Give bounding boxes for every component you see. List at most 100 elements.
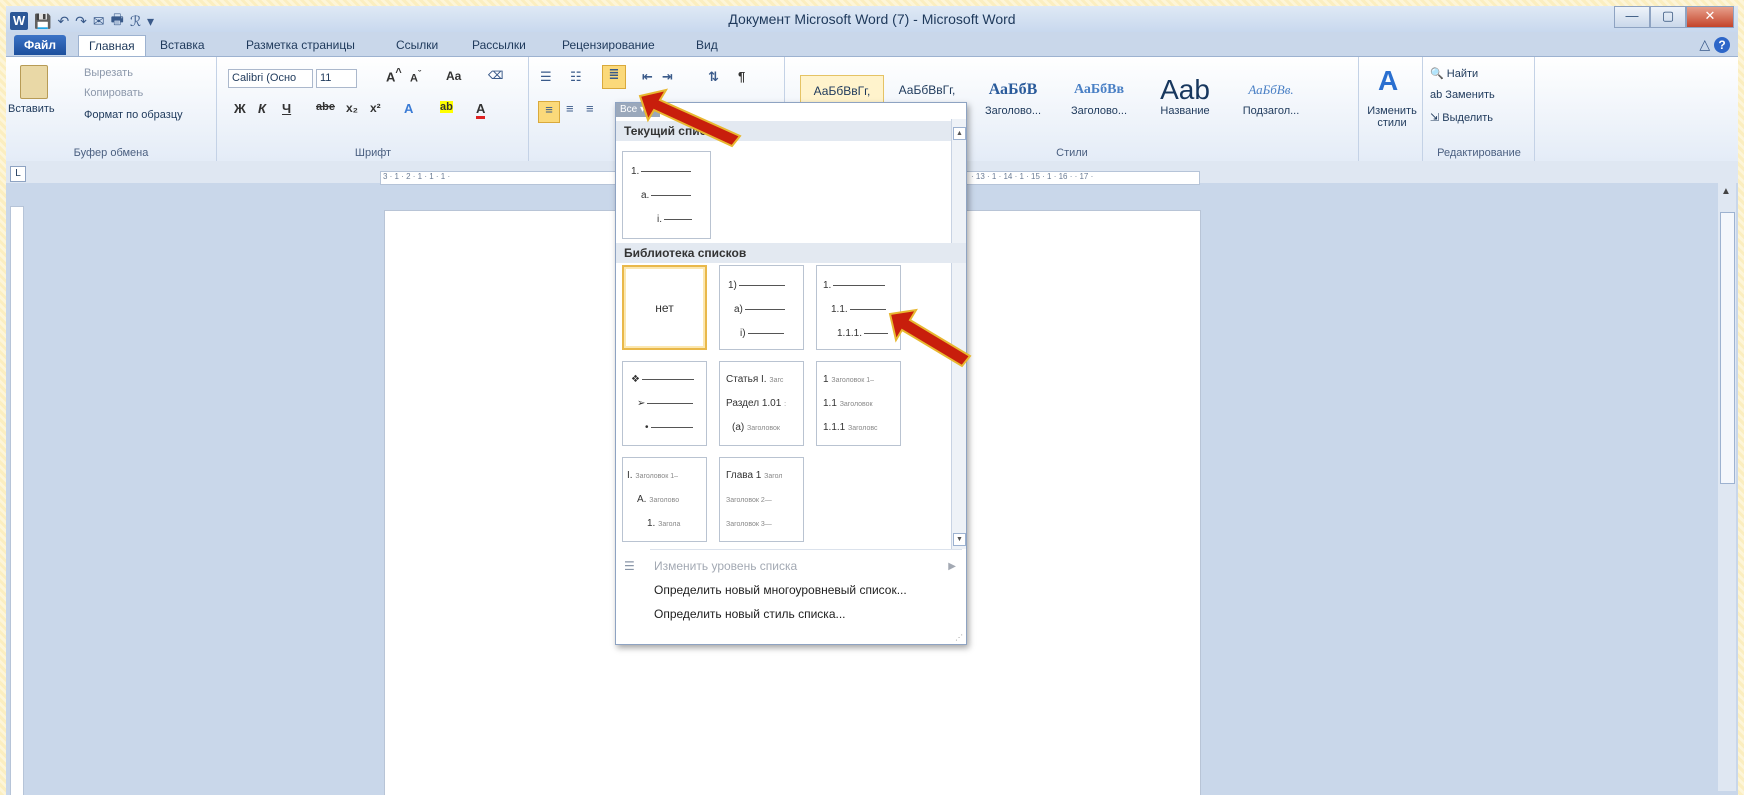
italic-button[interactable]: К — [258, 101, 266, 116]
grow-font-icon[interactable]: A^ — [386, 67, 402, 84]
tab-page-layout[interactable]: Разметка страницы — [246, 35, 355, 55]
format-painter-button[interactable]: Формат по образцу — [84, 109, 183, 121]
style-heading-2[interactable]: АаБбВв Заголово... — [1058, 75, 1140, 123]
vertical-scrollbar[interactable]: ▲ — [1718, 166, 1736, 791]
list-f-level-3-text: Загола — [658, 521, 681, 528]
style-heading-2-preview: АаБбВв — [1073, 82, 1125, 97]
preview-line — [744, 308, 785, 310]
style-title-preview: Aab — [1160, 74, 1210, 105]
list-parenthesis-cell[interactable]: 1) a) i) — [719, 265, 804, 350]
diamond-bullet-icon: ❖ — [631, 374, 640, 385]
list-e-level-1-num: 1 — [823, 374, 829, 385]
numbering-icon[interactable]: ☷ — [570, 69, 582, 85]
preview-line — [651, 194, 692, 196]
cut-button[interactable]: Вырезать — [84, 67, 133, 79]
list-d-level-3: (a) Заголовок — [732, 422, 780, 433]
tab-mailings[interactable]: Рассылки — [472, 35, 526, 55]
superscript-button[interactable]: x² — [370, 101, 381, 115]
current-list-cell[interactable]: 1. a. i. — [622, 151, 711, 239]
change-styles-icon[interactable]: A — [1378, 65, 1398, 97]
current-list-level-2-num: a. — [641, 190, 650, 201]
tab-selector[interactable]: L — [10, 166, 26, 182]
minimize-button[interactable]: — — [1614, 6, 1650, 28]
paste-icon[interactable] — [20, 65, 48, 99]
style-subtitle[interactable]: АаБбВв. Подзагол... — [1230, 75, 1312, 123]
close-button[interactable]: ✕ — [1686, 6, 1734, 28]
replace-button[interactable]: ab Заменить — [1430, 89, 1495, 101]
style-title-label: Название — [1160, 105, 1210, 117]
group-font: Calibri (Осно 11 Ж К Ч abe x₂ x² A ab A … — [218, 57, 529, 161]
maximize-button[interactable]: ▢ — [1650, 6, 1686, 28]
underline-button[interactable]: Ч — [282, 101, 291, 116]
tab-references[interactable]: Ссылки — [396, 35, 438, 55]
increase-indent-icon[interactable]: ⇥ — [662, 69, 673, 85]
list-none-cell[interactable]: нет — [622, 265, 707, 350]
list-a-level-1: 1) — [728, 280, 785, 291]
vertical-ruler[interactable] — [10, 206, 24, 795]
font-name-combo[interactable]: Calibri (Осно — [228, 69, 313, 88]
submenu-arrow-icon: ▶ — [948, 561, 956, 572]
multilevel-list-gallery: Все ▾ Текущий список ▲ ▼ 1. a. i. Библио… — [615, 102, 967, 645]
find-button[interactable]: 🔍 Найти — [1430, 67, 1478, 80]
font-size-combo[interactable]: 11 — [316, 69, 357, 88]
paste-button[interactable]: Вставить — [8, 103, 55, 115]
list-b-level-2-num: 1.1. — [831, 304, 848, 315]
define-multilevel-menu-item[interactable]: Определить новый многоуровневый список..… — [654, 583, 907, 597]
sort-icon[interactable]: ⇅ — [708, 69, 719, 85]
shrink-font-icon[interactable]: Aˇ — [410, 69, 421, 85]
tab-review[interactable]: Рецензирование — [562, 35, 655, 55]
pilcrow-icon[interactable]: ¶ — [738, 69, 745, 84]
list-roman-heading-cell[interactable]: I. Заголовок 1– A. Заголово 1. Загола — [622, 457, 707, 542]
style-title[interactable]: Aab Название — [1144, 75, 1226, 123]
scroll-up-icon[interactable]: ▲ — [1721, 186, 1731, 197]
list-g-level-3-text: Заголовок 3— — [726, 521, 772, 528]
list-bullets-cell[interactable]: ❖ ➢ • — [622, 361, 707, 446]
bullets-icon[interactable]: ☰ — [540, 69, 552, 85]
list-heading-numbered-cell[interactable]: 1 Заголовок 1– 1.1 Заголовок 1.1.1 Загол… — [816, 361, 901, 446]
list-article-cell[interactable]: Статья I. Загс Раздел 1.01 : (a) Заголов… — [719, 361, 804, 446]
list-e-level-1-text: Заголовок 1– — [831, 377, 874, 384]
multilevel-list-icon[interactable]: ≣ — [602, 65, 626, 89]
tab-file[interactable]: Файл — [14, 35, 66, 55]
change-styles-button[interactable]: Изменить стили — [1364, 105, 1420, 129]
tab-home[interactable]: Главная — [78, 35, 146, 56]
help-icon[interactable]: ? — [1714, 37, 1730, 53]
font-color-icon[interactable]: A — [476, 101, 486, 119]
minimize-ribbon-icon[interactable]: △ — [1699, 36, 1710, 52]
select-button[interactable]: ⇲ Выделить — [1430, 111, 1493, 124]
binoculars-icon: 🔍 — [1430, 68, 1447, 80]
style-heading-1[interactable]: АаБбВ Заголово... — [972, 75, 1054, 123]
preview-line — [849, 308, 886, 310]
gallery-scroll-down-icon[interactable]: ▼ — [953, 533, 966, 546]
clear-format-icon[interactable]: ⌫ — [488, 69, 504, 82]
copy-button[interactable]: Копировать — [84, 87, 143, 99]
group-clipboard: Вставить Вырезать Копировать Формат по о… — [6, 57, 217, 161]
define-list-style-menu-item[interactable]: Определить новый стиль списка... — [654, 607, 846, 621]
group-change-styles: A Изменить стили — [1360, 57, 1423, 161]
change-case-icon[interactable]: Aa — [446, 69, 461, 83]
library-header: Библиотека списков — [616, 243, 966, 263]
gallery-scroll-up-icon[interactable]: ▲ — [953, 127, 966, 140]
preview-line — [738, 284, 785, 286]
strike-button[interactable]: abe — [316, 101, 335, 113]
list-d-level-2-text: : — [784, 401, 787, 408]
tab-view[interactable]: Вид — [696, 35, 718, 55]
highlight-icon[interactable]: ab — [440, 101, 453, 113]
scroll-thumb[interactable] — [1720, 212, 1735, 484]
current-list-level-3: i. — [657, 214, 692, 225]
list-chapter-cell[interactable]: Глава 1 Загол Заголовок 2— Заголовок 3— — [719, 457, 804, 542]
decrease-indent-icon[interactable]: ⇤ — [642, 69, 653, 85]
change-level-menu-item[interactable]: Изменить уровень списка — [654, 559, 797, 573]
subscript-button[interactable]: x₂ — [346, 101, 358, 115]
bold-button[interactable]: Ж — [234, 101, 246, 116]
list-b-level-2: 1.1. — [831, 304, 886, 315]
list-b-level-3-num: 1.1.1. — [837, 328, 863, 339]
align-left-icon[interactable]: ≡ — [538, 101, 560, 123]
resize-grip-icon[interactable]: ⋰ — [955, 633, 963, 642]
red-arrow-icon — [888, 308, 972, 368]
list-e-level-3: 1.1.1 Заголовс — [823, 422, 878, 433]
text-effects-icon[interactable]: A — [404, 101, 413, 116]
align-center-icon[interactable]: ≡ — [566, 101, 574, 116]
align-right-icon[interactable]: ≡ — [586, 101, 594, 116]
tab-insert[interactable]: Вставка — [160, 35, 205, 55]
